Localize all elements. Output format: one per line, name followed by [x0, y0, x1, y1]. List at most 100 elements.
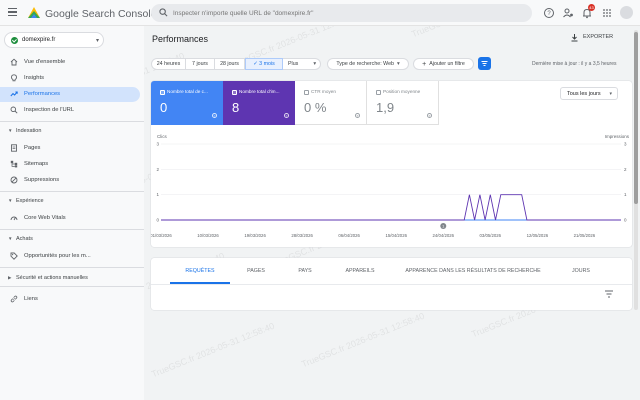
- sidebar-item-label: Pages: [24, 145, 41, 151]
- x-tick: 01/03/2026: [151, 233, 172, 238]
- sidebar-item-overview[interactable]: Vue d'ensemble: [0, 55, 144, 70]
- search-type-filter[interactable]: Type de recherche: Web ▾: [327, 58, 409, 70]
- caret-down-icon: ▼: [8, 198, 13, 203]
- metric-value: 1,9: [376, 100, 395, 115]
- filter-rows-icon[interactable]: [604, 290, 614, 298]
- tab-dates[interactable]: JOURS: [561, 263, 601, 281]
- watermark-text: TrueGSC.fr 2026-05-31 12:58:40: [150, 320, 276, 380]
- y-tick-right: 2: [624, 167, 627, 172]
- y-tick-left: 3: [156, 142, 159, 147]
- sidebar-item-merchant-opportunities[interactable]: Opportunités pour les m...: [0, 249, 144, 264]
- sidebar-item-pages[interactable]: Pages: [0, 141, 144, 156]
- sidebar-item-performance[interactable]: Performances: [0, 87, 140, 102]
- caret-right-icon: ▶: [8, 275, 12, 280]
- metric-clicks[interactable]: Nombre total de c... 0 ?: [151, 81, 223, 125]
- section-experience[interactable]: ▼ Expérience: [8, 198, 44, 204]
- checkbox: [232, 90, 237, 95]
- plus-icon: +: [422, 60, 427, 68]
- sidebar-item-url-inspection[interactable]: Inspection de l'URL: [0, 103, 144, 118]
- sidebar-item-insights[interactable]: Insights: [0, 71, 144, 86]
- metric-impressions[interactable]: Nombre total d'im... 8 ?: [223, 81, 295, 125]
- tab-countries[interactable]: PAYS: [285, 263, 325, 281]
- sitemap-icon: [10, 160, 18, 168]
- sidebar-item-links[interactable]: Liens: [0, 292, 144, 307]
- download-icon[interactable]: [570, 33, 579, 42]
- chevron-down-icon: ▾: [313, 61, 316, 67]
- sidebar-item-core-web-vitals[interactable]: Core Web Vitals: [0, 211, 144, 226]
- info-icon[interactable]: ?: [212, 113, 217, 118]
- checkbox: [376, 90, 381, 95]
- chip-label: Ajouter un filtre: [429, 61, 465, 67]
- x-tick: 06/04/2026: [338, 233, 360, 238]
- last-updated-text: Dernière mise à jour : il y a 3,5 heures: [532, 61, 617, 67]
- metric-label: Nombre total d'im...: [239, 89, 280, 94]
- chip-3m[interactable]: ✓ 3 mois: [245, 58, 283, 70]
- add-filter-button[interactable]: + Ajouter un filtre: [413, 58, 474, 70]
- section-security[interactable]: ▶ Sécurité et actions manuelles: [8, 275, 88, 281]
- x-tick: 19/03/2026: [244, 233, 266, 238]
- tab-queries[interactable]: REQUÊTES: [170, 263, 230, 281]
- section-shopping[interactable]: ▼ Achats: [8, 236, 33, 242]
- chevron-down-icon: ▾: [96, 38, 100, 44]
- chip-28d[interactable]: 28 jours: [215, 58, 245, 70]
- filter-settings-button[interactable]: [478, 57, 491, 70]
- account-settings-icon[interactable]: [562, 7, 574, 19]
- tab-devices[interactable]: APPAREILS: [335, 263, 385, 281]
- sidebar-item-label: Vue d'ensemble: [24, 59, 66, 65]
- chip-7d[interactable]: 7 jours: [186, 58, 215, 70]
- sidebar-item-label: Opportunités pour les m...: [24, 253, 91, 259]
- section-indexation[interactable]: ▼ Indexation: [8, 128, 41, 134]
- menu-icon[interactable]: [8, 8, 17, 16]
- sidebar-item-label: Sitemaps: [24, 161, 49, 167]
- y-tick-right: 1: [624, 192, 627, 197]
- verified-icon: [11, 37, 18, 44]
- scrollbar-thumb[interactable]: [634, 32, 638, 204]
- notifications-badge: 43: [588, 4, 595, 11]
- tab-search-appearance[interactable]: APPARENCE DANS LES RÉSULTATS DE RECHERCH…: [396, 263, 550, 281]
- url-inspection-search[interactable]: [151, 4, 532, 22]
- sidebar-item-removals[interactable]: Suppressions: [0, 173, 144, 188]
- avatar[interactable]: [620, 6, 633, 19]
- top-bar: Google Search Console ? 43: [0, 0, 640, 26]
- metric-position[interactable]: Position moyenne 1,9 ?: [367, 81, 439, 125]
- x-tick: 28/03/2026: [291, 233, 313, 238]
- app-title[interactable]: Google Search Console: [45, 8, 157, 20]
- page-title: Performances: [152, 34, 209, 44]
- divider: [151, 283, 632, 285]
- sidebar-item-label: Suppressions: [24, 177, 60, 183]
- sidebar-item-label: Liens: [24, 296, 38, 302]
- export-button[interactable]: EXPORTER: [583, 34, 613, 40]
- section-title: Indexation: [16, 128, 42, 134]
- dropdown-value: Tous les jours: [567, 91, 601, 97]
- apps-icon[interactable]: [601, 7, 613, 19]
- caret-down-icon: ▼: [8, 128, 13, 133]
- watermark-text: TrueGSC.fr 2026-05-31 12:58:40: [300, 310, 426, 370]
- y-tick-left: 1: [156, 192, 159, 197]
- chip-24h[interactable]: 24 heures: [151, 58, 186, 70]
- x-tick: 10/03/2026: [197, 233, 219, 238]
- sidebar: domexpire.fr ▾ Vue d'ensemble Insights P…: [0, 26, 144, 400]
- metric-label: Nombre total de c...: [167, 89, 208, 94]
- divider: [0, 286, 144, 287]
- range-dropdown[interactable]: Tous les jours ▾: [560, 87, 618, 100]
- property-selector[interactable]: domexpire.fr ▾: [4, 32, 104, 48]
- chevron-down-icon: ▾: [609, 91, 612, 97]
- sidebar-item-label: Core Web Vitals: [24, 215, 66, 221]
- info-icon[interactable]: ?: [284, 113, 289, 118]
- search-console-logo[interactable]: [27, 6, 41, 20]
- search-input[interactable]: [173, 7, 523, 19]
- metric-ctr[interactable]: CTR moyen 0 % ?: [295, 81, 367, 125]
- link-icon: [10, 295, 18, 303]
- chip-more[interactable]: Plus ▾: [283, 58, 321, 70]
- sidebar-item-sitemaps[interactable]: Sitemaps: [0, 157, 144, 172]
- tab-pages[interactable]: PAGES: [236, 263, 276, 281]
- info-icon[interactable]: ?: [355, 113, 360, 118]
- chip-label: Plus: [288, 61, 299, 67]
- divider: [0, 121, 144, 122]
- help-icon[interactable]: ?: [543, 7, 555, 19]
- speed-icon: [10, 216, 18, 221]
- info-icon[interactable]: ?: [427, 113, 432, 118]
- x-tick: 12/05/2026: [527, 233, 549, 238]
- y-tick-right: 0: [624, 218, 627, 223]
- chevron-down-icon: ▾: [396, 61, 400, 67]
